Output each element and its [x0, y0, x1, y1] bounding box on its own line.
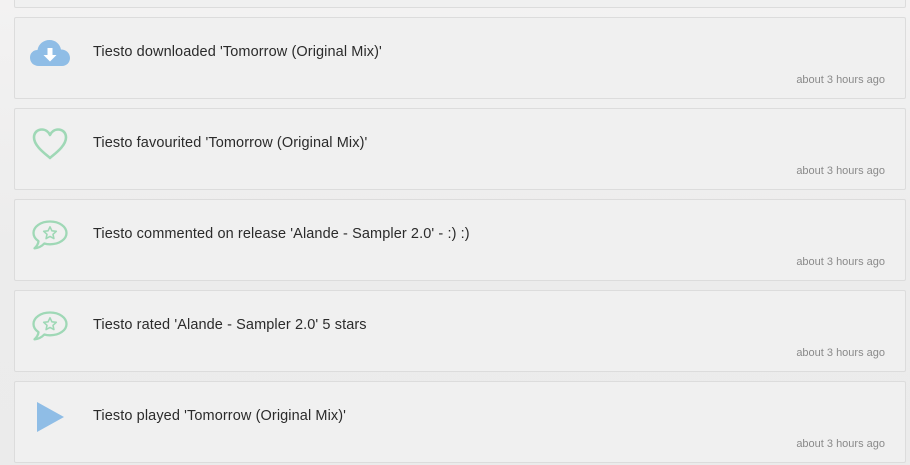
activity-item: Tiesto commented on release 'Alande - Sa… — [14, 199, 906, 281]
comment-star-icon — [29, 216, 71, 254]
activity-item-partial — [14, 0, 906, 8]
activity-timestamp: about 3 hours ago — [796, 347, 885, 359]
activity-item: Tiesto rated 'Alande - Sampler 2.0' 5 st… — [14, 290, 906, 372]
activity-timestamp: about 3 hours ago — [796, 256, 885, 268]
activity-item: Tiesto downloaded 'Tomorrow (Original Mi… — [14, 17, 906, 99]
comment-star-icon — [29, 307, 71, 345]
activity-item: Tiesto played 'Tomorrow (Original Mix)' … — [14, 381, 906, 463]
activity-text: Tiesto downloaded 'Tomorrow (Original Mi… — [93, 44, 382, 60]
activity-text: Tiesto commented on release 'Alande - Sa… — [93, 226, 470, 242]
activity-item: Tiesto favourited 'Tomorrow (Original Mi… — [14, 108, 906, 190]
activity-timestamp: about 3 hours ago — [796, 438, 885, 450]
activity-timestamp: about 3 hours ago — [796, 165, 885, 177]
activity-text: Tiesto rated 'Alande - Sampler 2.0' 5 st… — [93, 317, 367, 333]
play-icon — [29, 398, 71, 436]
activity-timestamp: about 3 hours ago — [796, 74, 885, 86]
cloud-download-icon — [29, 34, 71, 72]
activity-text: Tiesto played 'Tomorrow (Original Mix)' — [93, 408, 347, 424]
activity-feed: Tiesto downloaded 'Tomorrow (Original Mi… — [0, 0, 910, 465]
heart-icon — [29, 125, 71, 163]
activity-text: Tiesto favourited 'Tomorrow (Original Mi… — [93, 135, 368, 151]
